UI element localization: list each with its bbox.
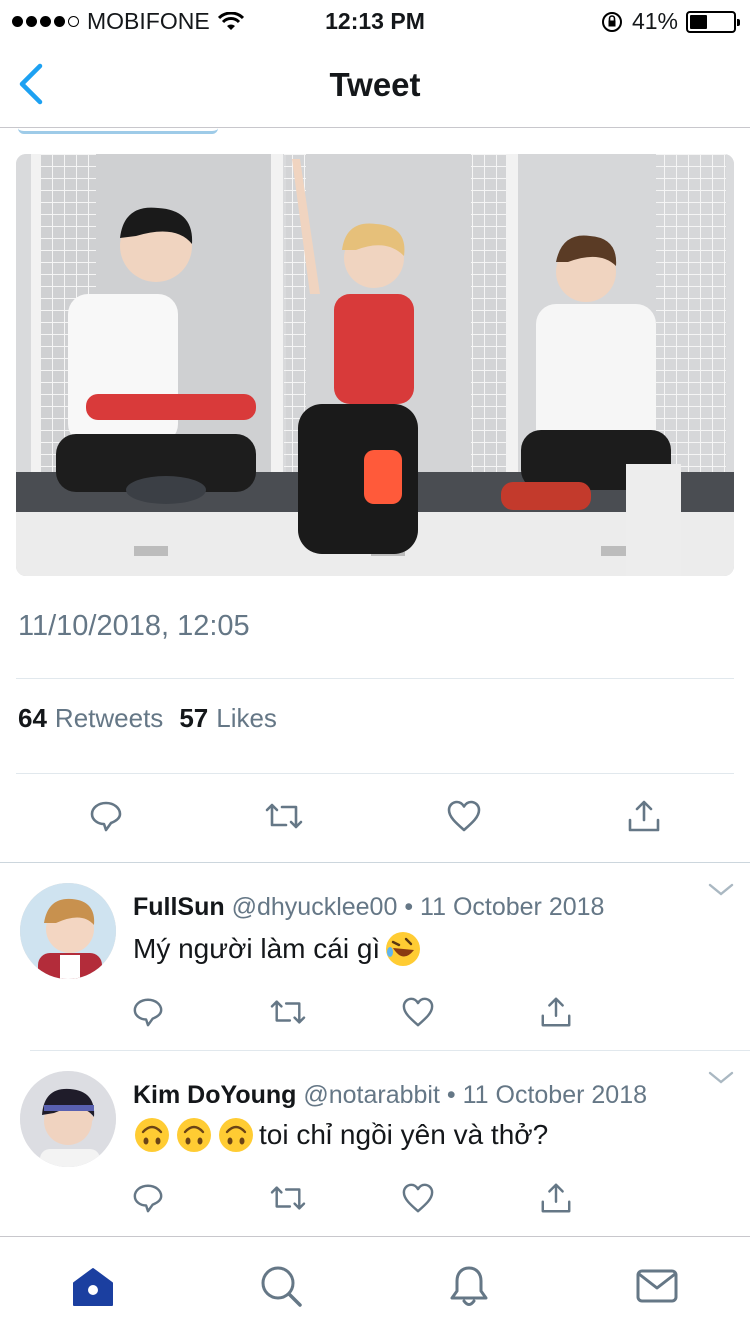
reply-author-handle[interactable]: @dhyucklee00 bbox=[232, 893, 398, 921]
tweet-actions bbox=[0, 796, 750, 842]
reply-item[interactable]: FullSun @dhyucklee00 • 11 October 2018 M… bbox=[0, 862, 750, 1050]
tab-search[interactable] bbox=[258, 1263, 304, 1309]
like-icon bbox=[402, 997, 434, 1027]
likes-count[interactable]: 57 bbox=[179, 703, 208, 734]
reply-text: Mý người làm cái gì bbox=[133, 930, 422, 968]
orientation-lock-icon bbox=[601, 11, 622, 32]
reply-body: Mý người làm cái gì bbox=[133, 933, 381, 964]
battery-level bbox=[690, 14, 708, 29]
tweet-stats: 64 Retweets 57 Likes bbox=[18, 703, 285, 734]
tweet-timestamp: 11/10/2018, 12:05 bbox=[18, 610, 250, 642]
reply-button[interactable] bbox=[128, 992, 168, 1032]
likes-label[interactable]: Likes bbox=[216, 703, 277, 734]
like-icon bbox=[402, 1183, 434, 1213]
like-button[interactable] bbox=[398, 1178, 438, 1218]
upside-down-face-emoji-icon bbox=[177, 1118, 211, 1152]
status-right: 41% bbox=[600, 8, 740, 35]
rolling-laughing-emoji-icon bbox=[386, 932, 421, 966]
retweet-icon bbox=[270, 1186, 306, 1210]
battery-percent: 41% bbox=[631, 8, 678, 34]
page-title: Tweet bbox=[329, 66, 421, 103]
tab-messages[interactable] bbox=[634, 1263, 680, 1309]
battery-icon bbox=[686, 10, 740, 33]
divider bbox=[16, 773, 734, 774]
tab-notifications[interactable] bbox=[446, 1263, 492, 1309]
retweet-icon bbox=[265, 803, 303, 829]
like-button[interactable] bbox=[398, 992, 438, 1032]
reply-author-name[interactable]: Kim DoYoung bbox=[133, 1081, 296, 1109]
reply-header: FullSun @dhyucklee00 • 11 October 2018 bbox=[133, 893, 604, 922]
reply-text: toi chỉ ngồi yên và thở? bbox=[133, 1116, 548, 1154]
messages-icon bbox=[636, 1269, 678, 1303]
retweet-button[interactable] bbox=[264, 796, 304, 836]
tab-home[interactable] bbox=[70, 1263, 116, 1309]
avatar[interactable] bbox=[20, 1071, 116, 1167]
reply-button[interactable] bbox=[86, 796, 126, 836]
share-icon bbox=[628, 800, 660, 832]
chevron-down-icon[interactable] bbox=[708, 1070, 734, 1086]
scrolled-content-peek bbox=[18, 128, 258, 136]
reply-separator: • bbox=[404, 893, 414, 921]
share-icon bbox=[541, 997, 571, 1027]
retweet-button[interactable] bbox=[268, 1178, 308, 1218]
reply-icon bbox=[133, 998, 163, 1027]
share-button[interactable] bbox=[536, 1178, 576, 1218]
like-button[interactable] bbox=[444, 796, 484, 836]
reply-icon bbox=[133, 1184, 163, 1213]
upside-down-face-emoji-icon bbox=[135, 1118, 169, 1152]
retweet-icon bbox=[270, 1000, 306, 1024]
notifications-icon bbox=[450, 1266, 488, 1306]
reply-header: Kim DoYoung @notarabbit • 11 October 201… bbox=[133, 1081, 647, 1110]
reply-date: 11 October 2018 bbox=[462, 1081, 647, 1109]
tweet-photo[interactable] bbox=[16, 154, 734, 576]
share-button[interactable] bbox=[624, 796, 664, 836]
like-icon bbox=[447, 800, 481, 832]
home-icon bbox=[73, 1268, 113, 1306]
reply-author-name[interactable]: FullSun bbox=[133, 893, 225, 921]
reply-button[interactable] bbox=[128, 1178, 168, 1218]
avatar-image bbox=[20, 1071, 116, 1167]
divider bbox=[16, 678, 734, 679]
reply-body: toi chỉ ngồi yên và thở? bbox=[259, 1119, 549, 1150]
retweets-count[interactable]: 64 bbox=[18, 703, 47, 734]
avatar[interactable] bbox=[20, 883, 116, 979]
reply-author-handle[interactable]: @notarabbit bbox=[303, 1081, 440, 1109]
status-bar: MOBIFONE 12:13 PM 41% bbox=[0, 0, 750, 40]
reply-separator: • bbox=[446, 1081, 456, 1109]
search-icon bbox=[261, 1266, 302, 1307]
chevron-down-icon[interactable] bbox=[708, 882, 734, 898]
reply-icon bbox=[90, 801, 122, 832]
reply-date: 11 October 2018 bbox=[420, 893, 605, 921]
reply-item[interactable]: Kim DoYoung @notarabbit • 11 October 201… bbox=[0, 1050, 750, 1236]
tab-bar bbox=[0, 1236, 750, 1334]
retweets-label[interactable]: Retweets bbox=[55, 703, 163, 734]
photo-illustration bbox=[16, 154, 734, 576]
share-button[interactable] bbox=[536, 992, 576, 1032]
avatar-image bbox=[20, 883, 116, 979]
share-icon bbox=[541, 1183, 571, 1213]
retweet-button[interactable] bbox=[268, 992, 308, 1032]
nav-bar: Tweet bbox=[0, 40, 750, 128]
upside-down-face-emoji-icon bbox=[219, 1118, 253, 1152]
